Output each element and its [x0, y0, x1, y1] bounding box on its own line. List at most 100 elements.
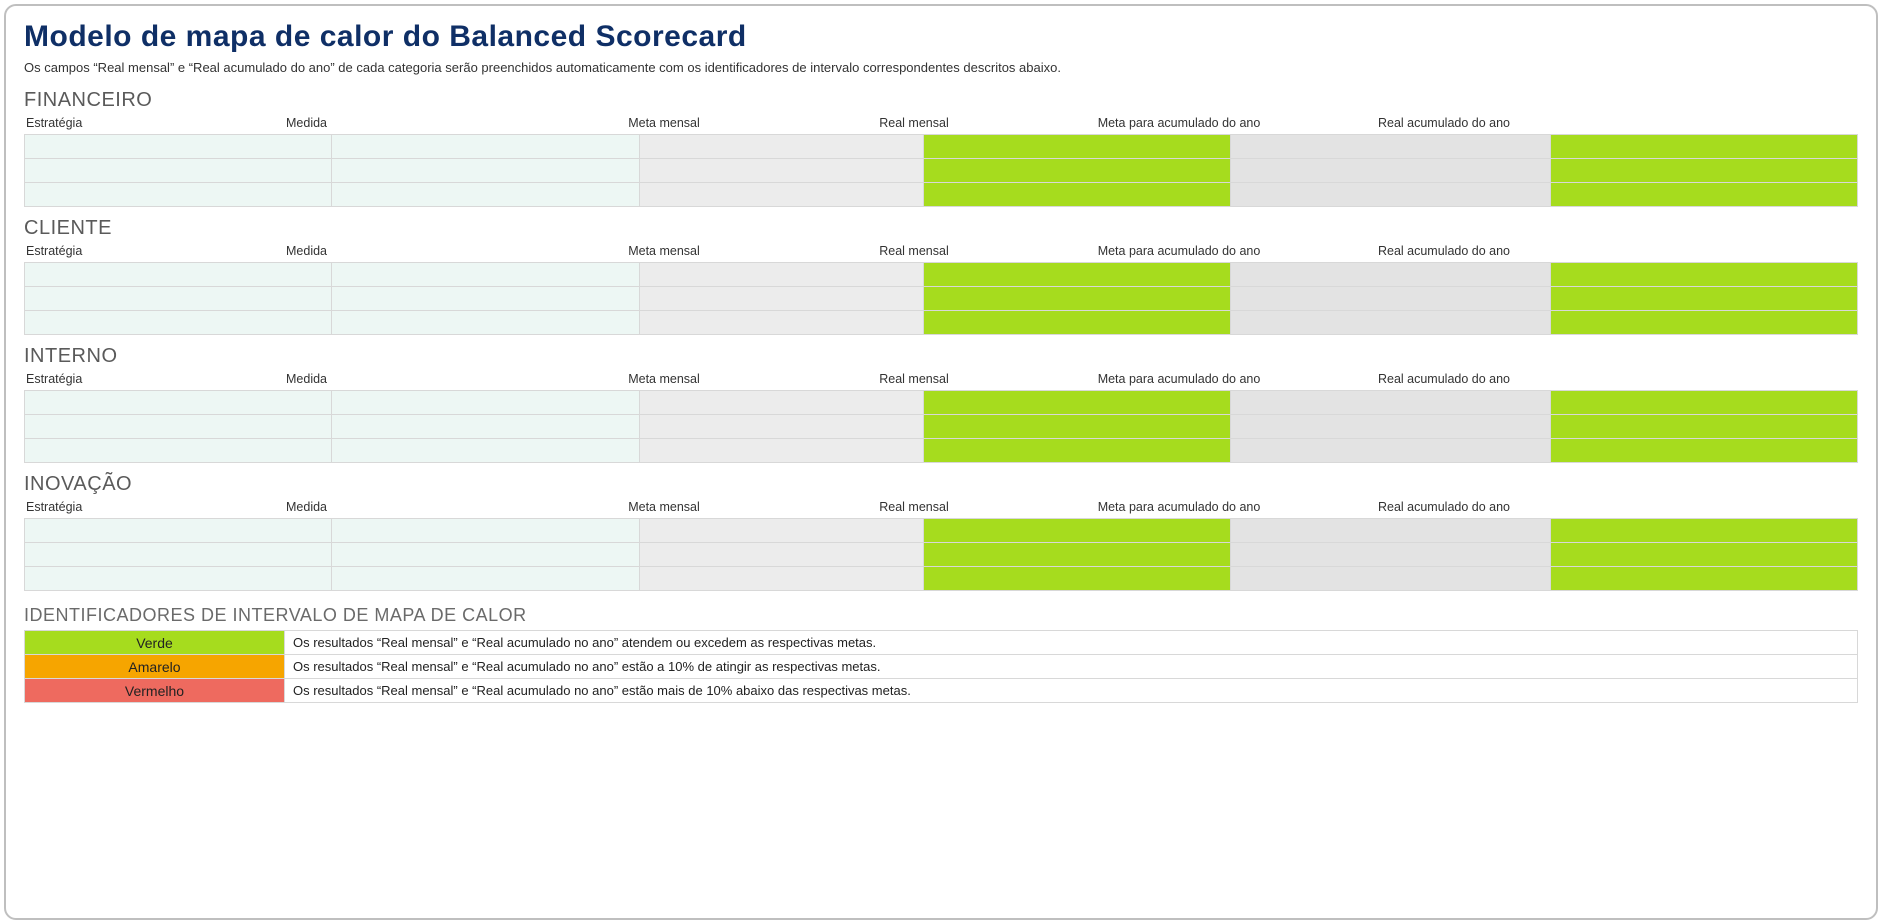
- legend-row-green: Verde Os resultados “Real mensal” e “Rea…: [25, 631, 1858, 655]
- cell-meta-mensal[interactable]: [639, 439, 923, 463]
- cell-meta-acumulado[interactable]: [1231, 287, 1550, 311]
- cell-estrategia[interactable]: [25, 159, 332, 183]
- table-row: [25, 159, 1858, 183]
- cell-estrategia[interactable]: [25, 543, 332, 567]
- legend-row-red: Vermelho Os resultados “Real mensal” e “…: [25, 679, 1858, 703]
- cell-meta-acumulado[interactable]: [1231, 159, 1550, 183]
- column-headers: Estratégia Medida Meta mensal Real mensa…: [24, 370, 1858, 390]
- legend-row-yellow: Amarelo Os resultados “Real mensal” e “R…: [25, 655, 1858, 679]
- cell-estrategia[interactable]: [25, 519, 332, 543]
- cell-estrategia[interactable]: [25, 391, 332, 415]
- cell-estrategia[interactable]: [25, 567, 332, 591]
- cell-real-acumulado: [1550, 415, 1858, 439]
- cell-meta-acumulado[interactable]: [1231, 263, 1550, 287]
- cell-medida[interactable]: [332, 439, 639, 463]
- col-header-medida: Medida: [284, 244, 544, 258]
- legend-desc-yellow: Os resultados “Real mensal” e “Real acum…: [285, 655, 1858, 679]
- section-title-financeiro: FINANCEIRO: [24, 89, 1858, 112]
- col-header-medida: Medida: [284, 500, 544, 514]
- col-header-estrategia: Estratégia: [24, 500, 284, 514]
- cell-estrategia[interactable]: [25, 439, 332, 463]
- cell-meta-mensal[interactable]: [639, 311, 923, 335]
- legend-color-yellow: Amarelo: [25, 655, 285, 679]
- col-header-real-mensal: Real mensal: [784, 116, 1044, 130]
- section-title-interno: INTERNO: [24, 345, 1858, 368]
- cell-medida[interactable]: [332, 263, 639, 287]
- cell-medida[interactable]: [332, 391, 639, 415]
- cell-real-mensal: [923, 415, 1230, 439]
- cell-meta-mensal[interactable]: [639, 159, 923, 183]
- cell-meta-mensal[interactable]: [639, 567, 923, 591]
- cell-medida[interactable]: [332, 183, 639, 207]
- cell-meta-acumulado[interactable]: [1231, 567, 1550, 591]
- table-row: [25, 439, 1858, 463]
- section-title-cliente: CLIENTE: [24, 217, 1858, 240]
- col-header-estrategia: Estratégia: [24, 244, 284, 258]
- table-row: [25, 263, 1858, 287]
- cell-medida[interactable]: [332, 135, 639, 159]
- cell-real-mensal: [923, 543, 1230, 567]
- cell-meta-acumulado[interactable]: [1231, 439, 1550, 463]
- cell-real-mensal: [923, 263, 1230, 287]
- legend-desc-red: Os resultados “Real mensal” e “Real acum…: [285, 679, 1858, 703]
- legend-table: Verde Os resultados “Real mensal” e “Rea…: [24, 630, 1858, 703]
- col-header-real-mensal: Real mensal: [784, 244, 1044, 258]
- cell-estrategia[interactable]: [25, 263, 332, 287]
- col-header-real-acumulado: Real acumulado do ano: [1314, 116, 1574, 130]
- table-row: [25, 391, 1858, 415]
- cell-estrategia[interactable]: [25, 135, 332, 159]
- cell-real-acumulado: [1550, 263, 1858, 287]
- page-subtitle: Os campos “Real mensal” e “Real acumulad…: [24, 60, 1858, 75]
- col-header-meta-mensal: Meta mensal: [544, 244, 784, 258]
- cell-meta-mensal[interactable]: [639, 287, 923, 311]
- cell-real-acumulado: [1550, 543, 1858, 567]
- cell-medida[interactable]: [332, 543, 639, 567]
- cell-real-mensal: [923, 183, 1230, 207]
- cell-medida[interactable]: [332, 159, 639, 183]
- cell-meta-acumulado[interactable]: [1231, 391, 1550, 415]
- cell-real-acumulado: [1550, 311, 1858, 335]
- cell-meta-mensal[interactable]: [639, 391, 923, 415]
- col-header-meta-acumulado: Meta para acumulado do ano: [1044, 244, 1314, 258]
- cell-real-acumulado: [1550, 391, 1858, 415]
- cell-meta-acumulado[interactable]: [1231, 311, 1550, 335]
- table-row: [25, 287, 1858, 311]
- col-header-meta-mensal: Meta mensal: [544, 116, 784, 130]
- cell-medida[interactable]: [332, 519, 639, 543]
- section-title-inovacao: INOVAÇÃO: [24, 473, 1858, 496]
- cell-real-mensal: [923, 159, 1230, 183]
- cell-meta-mensal[interactable]: [639, 135, 923, 159]
- column-headers: Estratégia Medida Meta mensal Real mensa…: [24, 114, 1858, 134]
- col-header-meta-mensal: Meta mensal: [544, 372, 784, 386]
- cell-estrategia[interactable]: [25, 183, 332, 207]
- cell-real-mensal: [923, 311, 1230, 335]
- cell-estrategia[interactable]: [25, 311, 332, 335]
- cell-meta-acumulado[interactable]: [1231, 519, 1550, 543]
- cell-meta-mensal[interactable]: [639, 519, 923, 543]
- table-row: [25, 183, 1858, 207]
- cell-meta-mensal[interactable]: [639, 263, 923, 287]
- cell-meta-acumulado[interactable]: [1231, 183, 1550, 207]
- document-frame: Modelo de mapa de calor do Balanced Scor…: [4, 4, 1878, 920]
- table-cliente: [24, 262, 1858, 335]
- cell-real-mensal: [923, 287, 1230, 311]
- legend-color-green: Verde: [25, 631, 285, 655]
- cell-medida[interactable]: [332, 287, 639, 311]
- cell-estrategia[interactable]: [25, 415, 332, 439]
- cell-meta-acumulado[interactable]: [1231, 415, 1550, 439]
- cell-meta-mensal[interactable]: [639, 543, 923, 567]
- col-header-real-acumulado: Real acumulado do ano: [1314, 372, 1574, 386]
- cell-real-mensal: [923, 567, 1230, 591]
- table-row: [25, 311, 1858, 335]
- cell-medida[interactable]: [332, 311, 639, 335]
- col-header-real-acumulado: Real acumulado do ano: [1314, 500, 1574, 514]
- cell-meta-acumulado[interactable]: [1231, 543, 1550, 567]
- cell-medida[interactable]: [332, 415, 639, 439]
- cell-medida[interactable]: [332, 567, 639, 591]
- cell-estrategia[interactable]: [25, 287, 332, 311]
- cell-meta-mensal[interactable]: [639, 415, 923, 439]
- col-header-meta-acumulado: Meta para acumulado do ano: [1044, 116, 1314, 130]
- cell-meta-acumulado[interactable]: [1231, 135, 1550, 159]
- cell-real-acumulado: [1550, 183, 1858, 207]
- cell-meta-mensal[interactable]: [639, 183, 923, 207]
